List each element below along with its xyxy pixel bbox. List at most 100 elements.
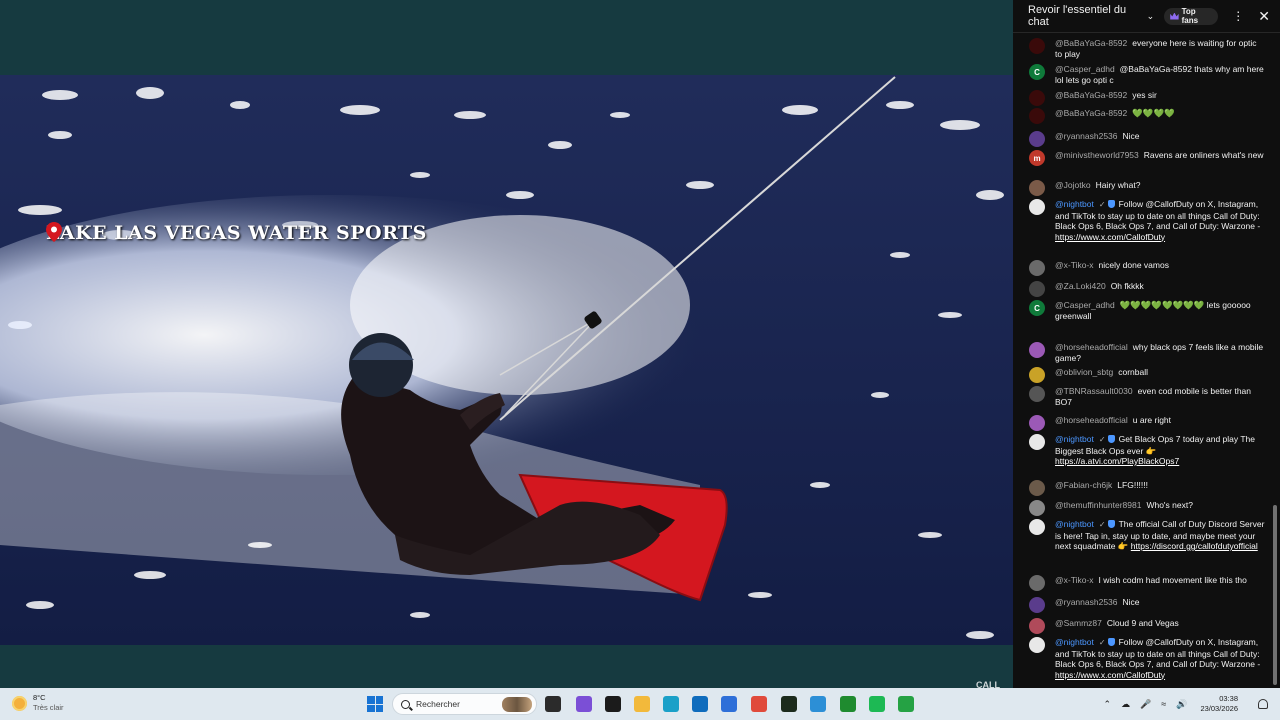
chat-message[interactable]: @ryannash2536 Nice [1029, 131, 1265, 147]
chat-message[interactable]: @Fabian-ch6jk LFG!!!!!! [1029, 480, 1265, 496]
chat-author-name[interactable]: @Fabian-ch6jk [1055, 480, 1112, 490]
chat-author-name[interactable]: @horseheadofficial [1055, 342, 1128, 352]
chat-message[interactable]: m @minivstheworld7953 Ravens are onliners … [1029, 150, 1265, 166]
chat-author-name[interactable]: @Casper_adhd [1055, 300, 1115, 310]
taskbar-clock[interactable]: 03:38 23/03/2026 [1200, 694, 1238, 714]
chat-message[interactable]: @Za.Loki420 Oh fkkkk [1029, 281, 1265, 297]
chat-message[interactable]: @horseheadofficial u are right [1029, 415, 1265, 431]
task-view-icon[interactable] [545, 696, 561, 712]
spotify-icon[interactable] [869, 696, 885, 712]
user-avatar[interactable] [1029, 618, 1045, 634]
bot-avatar[interactable] [1029, 637, 1045, 653]
bot-avatar[interactable] [1029, 199, 1045, 215]
user-avatar[interactable] [1029, 281, 1045, 297]
chat-message[interactable]: @horseheadofficial why black ops 7 feels … [1029, 342, 1265, 363]
user-avatar[interactable] [1029, 90, 1045, 106]
store-icon[interactable] [576, 696, 592, 712]
volume-icon[interactable]: 🔊 [1176, 699, 1187, 710]
chat-message[interactable]: @oblivion_sbtg cornball [1029, 367, 1265, 383]
user-avatar[interactable] [1029, 597, 1045, 613]
chat-message[interactable]: @TBNRassault0030 even cod mobile is bette… [1029, 386, 1265, 407]
xbox-icon[interactable] [840, 696, 856, 712]
outlook-icon[interactable] [692, 696, 708, 712]
user-avatar[interactable] [1029, 575, 1045, 591]
chat-author-name[interactable]: @nightbot [1055, 434, 1094, 444]
user-avatar[interactable]: C [1029, 64, 1045, 80]
chat-author-name[interactable]: @Jojotko [1055, 180, 1091, 190]
chat-message[interactable]: @ryannash2536 Nice [1029, 597, 1265, 613]
edge-icon[interactable] [663, 696, 679, 712]
user-avatar[interactable] [1029, 386, 1045, 402]
user-avatar[interactable] [1029, 38, 1045, 54]
chat-message[interactable]: C @Casper_adhd 💚💚💚💚💚💚💚💚 lets gooooo greenw… [1029, 300, 1265, 321]
chat-message[interactable]: @BaBaYaGa-8592 yes sir [1029, 90, 1265, 106]
chat-message[interactable]: @BaBaYaGa-8592 everyone here is waiting f… [1029, 38, 1265, 59]
chat-author-name[interactable]: @horseheadofficial [1055, 415, 1128, 425]
chat-message[interactable]: @x-Tiko-x I wish codm had movement like t… [1029, 575, 1265, 591]
chat-author-name[interactable]: @Sammz87 [1055, 618, 1102, 628]
chat-author-name[interactable]: @x-Tiko-x [1055, 260, 1094, 270]
top-fans-button[interactable]: Top fans [1164, 7, 1219, 25]
chat-message-link[interactable]: https://www.x.com/CallofDuty [1055, 232, 1165, 242]
calendar-app-icon[interactable] [721, 696, 737, 712]
user-avatar[interactable] [1029, 180, 1045, 196]
speedometer-icon[interactable] [605, 696, 621, 712]
chat-message-link[interactable]: https://a.atvi.com/PlayBlackOps7 [1055, 456, 1179, 466]
chat-author-name[interactable]: @ryannash2536 [1055, 131, 1118, 141]
user-avatar[interactable]: m [1029, 150, 1045, 166]
chevron-up-icon[interactable]: ⌃ [1104, 699, 1112, 710]
photos-icon[interactable] [810, 696, 826, 712]
video-player[interactable]: LAKE LAS VEGAS WATER SPORTS [0, 75, 1013, 645]
chat-message[interactable]: @BaBaYaGa-8592 💚💚💚💚 [1029, 108, 1265, 124]
file-explorer-icon[interactable] [634, 696, 650, 712]
chat-author-name[interactable]: @TBNRassault0030 [1055, 386, 1133, 396]
bot-avatar[interactable] [1029, 519, 1045, 535]
chat-message-link[interactable]: https://www.x.com/CallofDuty [1055, 670, 1165, 680]
more-options-icon[interactable]: ⋮ [1232, 9, 1244, 23]
chat-author-name[interactable]: @minivstheworld7953 [1055, 150, 1139, 160]
chat-author-name[interactable]: @x-Tiko-x [1055, 575, 1094, 585]
chat-message[interactable]: @Sammz87 Cloud 9 and Vegas [1029, 618, 1265, 634]
wifi-icon[interactable]: ≈ [1161, 699, 1166, 709]
chat-author-name[interactable]: @nightbot [1055, 199, 1094, 209]
chat-message[interactable]: @nightbot ✓ The official Call of Duty Disc… [1029, 519, 1265, 552]
chat-message[interactable]: @themuffinhunter8981 Who's next? [1029, 500, 1265, 516]
bot-avatar[interactable] [1029, 434, 1045, 450]
chat-mode-title[interactable]: Revoir l'essentiel du chat [1028, 4, 1143, 28]
user-avatar[interactable] [1029, 415, 1045, 431]
user-avatar[interactable] [1029, 480, 1045, 496]
chat-author-name[interactable]: @BaBaYaGa-8592 [1055, 108, 1127, 118]
chat-message[interactable]: @x-Tiko-x nicely done vamos [1029, 260, 1265, 276]
chat-author-name[interactable]: @BaBaYaGa-8592 [1055, 38, 1127, 48]
chat-message[interactable]: @nightbot ✓ Follow @CallofDuty on X, Insta… [1029, 637, 1265, 680]
chat-author-name[interactable]: @Za.Loki420 [1055, 281, 1106, 291]
user-avatar[interactable] [1029, 342, 1045, 358]
chat-author-name[interactable]: @oblivion_sbtg [1055, 367, 1113, 377]
chat-message[interactable]: C @Casper_adhd @BaBaYaGa-8592 thats why am… [1029, 64, 1265, 85]
close-icon[interactable]: ✕ [1258, 8, 1270, 25]
microphone-icon[interactable]: 🎤 [1140, 699, 1151, 710]
notification-bell-icon[interactable] [1258, 699, 1268, 709]
chat-message[interactable]: @Jojotko Hairy what? [1029, 180, 1265, 196]
terminal-app-icon[interactable] [781, 696, 797, 712]
chat-author-name[interactable]: @Casper_adhd [1055, 64, 1115, 74]
user-avatar[interactable] [1029, 131, 1045, 147]
chevron-down-icon[interactable]: ⌄ [1147, 11, 1155, 22]
cloud-icon[interactable]: ☁ [1121, 699, 1130, 710]
user-avatar[interactable] [1029, 500, 1045, 516]
user-avatar[interactable] [1029, 260, 1045, 276]
user-avatar[interactable]: C [1029, 300, 1045, 316]
start-menu-icon[interactable] [367, 696, 383, 712]
taskbar-search-box[interactable]: Rechercher [392, 693, 537, 715]
chrome-icon[interactable] [751, 696, 767, 712]
chat-author-name[interactable]: @ryannash2536 [1055, 597, 1118, 607]
chat-author-name[interactable]: @nightbot [1055, 519, 1094, 529]
chat-author-name[interactable]: @themuffinhunter8981 [1055, 500, 1141, 510]
chat-author-name[interactable]: @nightbot [1055, 637, 1094, 647]
user-avatar[interactable] [1029, 108, 1045, 124]
chat-message[interactable]: @nightbot ✓ Follow @CallofDuty on X, Insta… [1029, 199, 1265, 242]
user-avatar[interactable] [1029, 367, 1045, 383]
chat-author-name[interactable]: @BaBaYaGa-8592 [1055, 90, 1127, 100]
whatsapp-icon[interactable] [898, 696, 914, 712]
chat-scrollbar[interactable] [1273, 505, 1277, 685]
